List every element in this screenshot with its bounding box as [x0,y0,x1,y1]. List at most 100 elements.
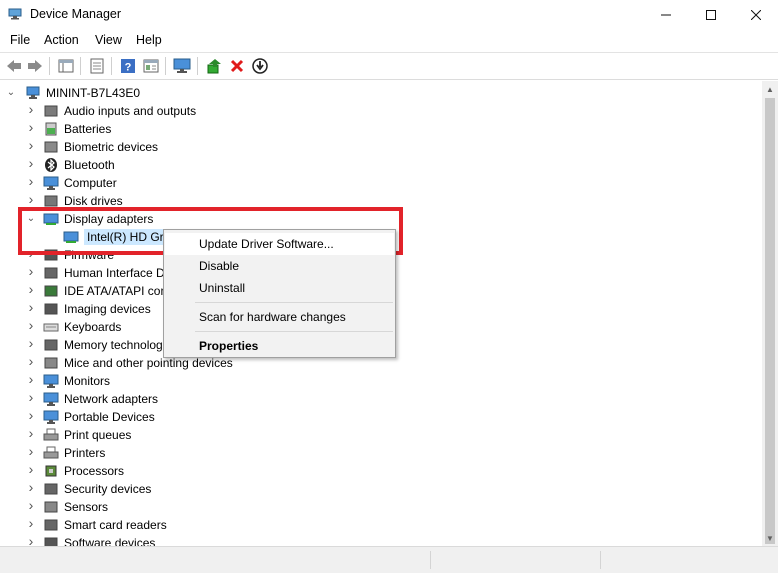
disable-button[interactable] [250,56,270,76]
chevron-right-icon[interactable]: › [26,444,36,458]
chevron-right-icon[interactable]: › [26,156,36,170]
disable-menu-item[interactable]: Disable [165,255,394,277]
tree-category-item[interactable]: › Print queues [0,426,762,444]
tree-category-item[interactable]: › Network adapters [0,390,762,408]
chevron-right-icon[interactable]: › [26,354,36,368]
tree-root-label: MININT-B7L43E0 [46,86,141,100]
vertical-scrollbar[interactable]: ▲ ▼ [762,81,778,546]
tree-category-item[interactable]: › Printers [0,444,762,462]
help-button[interactable]: ? [118,56,138,76]
software-icon [44,537,58,546]
toolbar: ? [0,52,778,80]
scan-hardware-button[interactable] [172,56,192,76]
tree-category-item[interactable]: › Security devices [0,480,762,498]
chevron-right-icon[interactable]: › [26,102,36,116]
properties-menu-item[interactable]: Properties [165,335,394,357]
chevron-right-icon[interactable]: › [26,408,36,422]
tree-category-item[interactable]: › Software devices [0,534,762,546]
chevron-right-icon[interactable]: › [26,120,36,134]
chevron-right-icon[interactable]: › [26,372,36,386]
chevron-right-icon[interactable]: › [26,246,36,260]
scroll-down-arrow-icon[interactable]: ▼ [762,530,778,546]
tree-category-item[interactable]: › Bluetooth [0,156,762,174]
view-button[interactable] [141,56,161,76]
tree-root[interactable]: ⌄ MININT-B7L43E0 [0,84,762,102]
menu-action[interactable]: Action [44,33,79,47]
minimize-button[interactable] [643,0,689,30]
chevron-right-icon[interactable]: › [26,516,36,530]
chevron-right-icon[interactable]: › [26,174,36,188]
device-manager-app-icon [8,8,22,20]
scrollbar-thumb[interactable] [765,98,775,544]
chevron-right-icon[interactable]: › [26,498,36,512]
tree-category-item[interactable]: › Sensors [0,498,762,516]
forward-button[interactable] [25,56,45,76]
update-driver-menu-item[interactable]: Update Driver Software... [165,233,394,255]
chevron-down-icon[interactable]: ⌄ [26,213,36,225]
memory-icon [44,339,58,351]
ide-icon [44,285,58,297]
chevron-right-icon[interactable]: › [26,138,36,152]
chevron-right-icon[interactable]: › [26,300,36,314]
tree-category-item[interactable]: › Audio inputs and outputs [0,102,762,120]
processor-icon [45,465,57,477]
tree-category-item[interactable]: › Computer [0,174,762,192]
menu-separator [195,331,393,332]
close-icon [751,10,761,20]
chevron-right-icon[interactable]: › [26,318,36,332]
back-button[interactable] [4,56,24,76]
close-button[interactable] [733,0,778,30]
context-menu: Update Driver Software... Disable Uninst… [163,229,396,358]
display-adapter-icon [43,213,59,225]
scan-menu-item[interactable]: Scan for hardware changes [165,306,394,328]
network-icon [43,392,59,406]
speaker-icon [44,105,58,117]
chevron-right-icon[interactable]: › [26,534,36,546]
menu-view[interactable]: View [95,33,122,47]
menu-help[interactable]: Help [136,33,162,47]
device-manager-window: Device Manager File Action View Help ? ⌄… [0,0,778,573]
chevron-right-icon[interactable]: › [26,282,36,296]
maximize-button[interactable] [688,0,734,30]
tree-category-item[interactable]: › Portable Devices [0,408,762,426]
chevron-right-icon[interactable]: › [26,426,36,440]
firmware-icon [44,249,58,261]
uninstall-menu-item[interactable]: Uninstall [165,277,394,299]
uninstall-icon [230,59,244,73]
uninstall-button[interactable] [227,56,247,76]
menu-separator [195,302,393,303]
toolbar-separator [49,57,50,75]
update-driver-icon [207,59,221,74]
tree-category-item[interactable]: › Smart card readers [0,516,762,534]
toolbar-separator [197,57,198,75]
hid-icon [44,267,58,279]
tree-category-item[interactable]: › Disk drives [0,192,762,210]
properties-button[interactable] [87,56,107,76]
tree-category-item[interactable]: › Biometric devices [0,138,762,156]
tree-item-label: Disk drives [64,194,123,208]
chevron-right-icon[interactable]: › [26,480,36,494]
properties-icon [90,58,104,74]
tree-category-item[interactable]: ⌄ Display adapters [0,210,762,228]
tree-item-label: Memory technolog [64,338,163,352]
show-hide-tree-button[interactable] [56,56,76,76]
tree-category-item[interactable]: › Batteries [0,120,762,138]
chevron-right-icon[interactable]: › [26,192,36,206]
computer-icon [43,176,59,190]
chevron-right-icon[interactable]: › [26,264,36,278]
update-driver-button[interactable] [204,56,224,76]
chevron-right-icon[interactable]: › [26,462,36,476]
maximize-icon [706,10,716,20]
scroll-up-arrow-icon[interactable]: ▲ [762,81,778,97]
chevron-right-icon[interactable]: › [26,336,36,350]
menu-file[interactable]: File [10,33,30,47]
chevron-right-icon[interactable]: › [26,390,36,404]
disk-icon [44,195,58,207]
update-driver-label: Update Driver Software... [199,237,334,251]
tree-item-label: Computer [64,176,117,190]
status-divider [600,551,601,569]
camera-icon [44,303,58,315]
chevron-down-icon[interactable]: ⌄ [6,87,16,99]
tree-category-item[interactable]: › Processors [0,462,762,480]
tree-category-item[interactable]: › Monitors [0,372,762,390]
